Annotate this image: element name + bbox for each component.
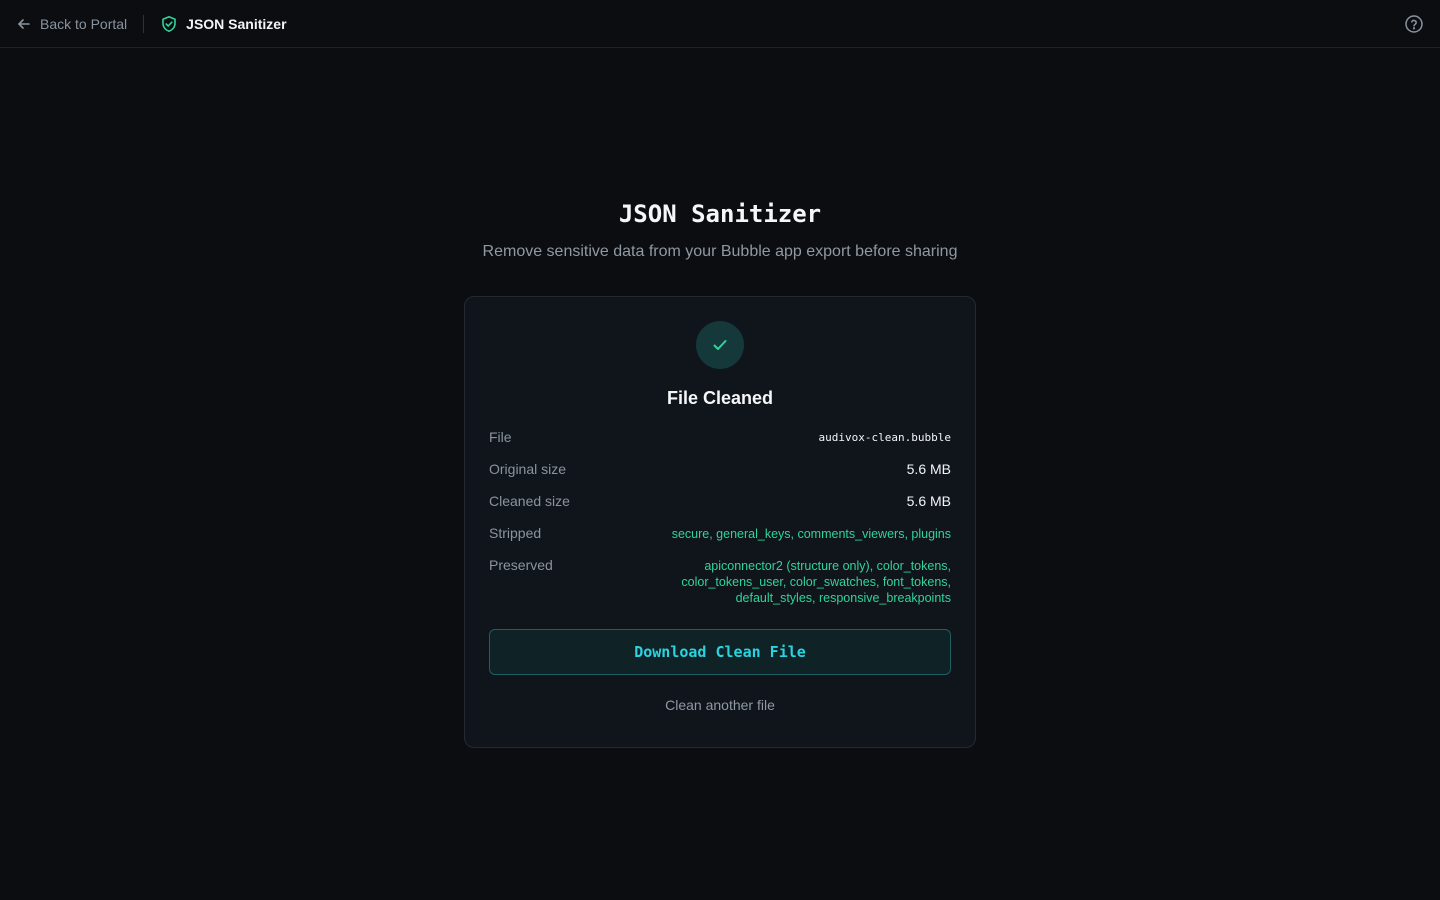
success-badge [696,321,744,369]
back-to-portal-link[interactable]: Back to Portal [16,16,127,32]
arrow-left-icon [18,18,30,29]
detail-label: Cleaned size [489,493,570,509]
top-bar: Back to Portal JSON Sanitizer [0,0,1440,48]
clean-another-file-link[interactable]: Clean another file [465,697,975,713]
detail-label: Preserved [489,557,553,573]
detail-row-cleaned-size: Cleaned size 5.6 MB [489,493,951,509]
detail-row-stripped: Stripped secure, general_keys, comments_… [489,525,951,542]
topbar-divider [143,14,145,33]
result-title: File Cleaned [666,388,774,408]
detail-row-file: File audivox-clean.bubble [489,429,951,445]
original-size-value: 5.6 MB [906,461,951,477]
help-button[interactable] [1404,14,1424,34]
shield-check-icon [162,15,176,32]
page-subtitle: Remove sensitive data from your Bubble a… [482,243,958,260]
file-name-value: audivox-clean.bubble [818,431,951,444]
detail-label: Stripped [489,525,542,541]
preserved-keys-value: apiconnector2 (structure only), color_to… [681,559,951,605]
back-to-portal-label: Back to Portal [40,15,128,32]
result-card: File Cleaned File audivox-clean.bubble O… [464,296,976,748]
help-circle-icon [1405,15,1423,33]
detail-label: File [489,429,512,445]
detail-row-preserved: Preserved apiconnector2 (structure only)… [489,557,951,606]
app-title-label: JSON Sanitizer [186,15,287,32]
download-clean-file-button[interactable]: Download Clean File [489,629,951,675]
page-title: JSON Sanitizer [618,200,822,228]
cleaned-size-value: 5.6 MB [906,493,951,509]
app-title: JSON Sanitizer [160,15,287,33]
check-icon [713,340,727,350]
detail-row-original-size: Original size 5.6 MB [489,461,951,477]
stripped-keys-value: secure, general_keys, comments_viewers, … [671,527,951,541]
detail-label: Original size [489,461,567,477]
